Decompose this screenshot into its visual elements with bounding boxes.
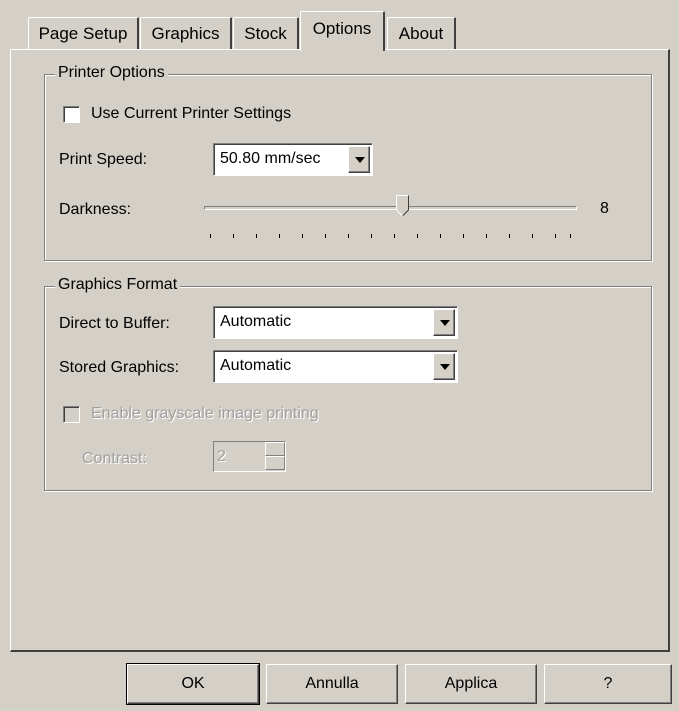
graphics-format-group: Graphics Format Direct to Buffer: Automa…: [44, 276, 652, 491]
printer-options-group: Printer Options Use Current Printer Sett…: [44, 64, 652, 261]
use-current-printer-settings-label: Use Current Printer Settings: [91, 105, 292, 122]
darkness-label: Darkness:: [59, 201, 132, 218]
ok-button-label: OK: [181, 675, 205, 692]
tab-graphics-label: Graphics: [151, 24, 220, 43]
direct-to-buffer-label: Direct to Buffer:: [59, 315, 170, 332]
slider-tick: [570, 234, 571, 238]
ok-button[interactable]: OK: [126, 663, 260, 705]
tab-stock-label: Stock: [244, 24, 287, 43]
print-speed-dropdown-arrow-icon[interactable]: [348, 146, 370, 173]
printer-options-legend: Printer Options: [55, 64, 168, 82]
enable-grayscale-checkbox[interactable]: [63, 406, 80, 423]
contrast-input[interactable]: 2: [213, 441, 286, 472]
stored-graphics-dropdown-arrow-icon[interactable]: [433, 353, 455, 380]
slider-tick: [279, 234, 280, 238]
tab-about-label: About: [398, 24, 444, 43]
use-current-printer-settings-checkbox[interactable]: [63, 106, 80, 123]
print-speed-label: Print Speed:: [59, 151, 148, 168]
slider-tick: [256, 234, 257, 238]
direct-to-buffer-dropdown-arrow-icon[interactable]: [433, 309, 455, 336]
contrast-value: 2: [217, 448, 226, 465]
slider-tick: [394, 234, 395, 238]
darkness-slider-thumb[interactable]: [396, 195, 409, 217]
enable-grayscale-label: Enable grayscale image printing: [91, 405, 319, 422]
cancel-button[interactable]: Annulla: [266, 664, 398, 704]
slider-tick: [233, 234, 234, 238]
help-button-label: ?: [603, 675, 613, 692]
tab-stock[interactable]: Stock: [233, 17, 299, 50]
slider-tick: [486, 234, 487, 238]
slider-tick: [509, 234, 510, 238]
stored-graphics-value: Automatic: [220, 357, 292, 374]
options-panel: Printer Options Use Current Printer Sett…: [10, 49, 670, 652]
contrast-spin-down-icon[interactable]: [265, 456, 285, 470]
slider-tick: [371, 234, 372, 238]
slider-tick: [325, 234, 326, 238]
darkness-value: 8: [600, 200, 609, 217]
apply-button[interactable]: Applica: [405, 664, 537, 704]
slider-tick: [440, 234, 441, 238]
tab-about[interactable]: About: [387, 17, 456, 50]
help-button[interactable]: ?: [544, 664, 672, 704]
slider-tick: [210, 234, 211, 238]
slider-tick: [463, 234, 464, 238]
slider-tick: [348, 234, 349, 238]
tab-options[interactable]: Options: [300, 11, 385, 51]
print-speed-value: 50.80 mm/sec: [220, 150, 321, 167]
stored-graphics-select[interactable]: Automatic: [213, 350, 458, 383]
tab-graphics[interactable]: Graphics: [140, 17, 232, 50]
slider-tick: [302, 234, 303, 238]
contrast-spin-up-icon[interactable]: [265, 442, 285, 456]
slider-tick: [532, 234, 533, 238]
darkness-slider-track[interactable]: [204, 206, 577, 210]
graphics-format-legend: Graphics Format: [55, 276, 181, 294]
contrast-label: Contrast:: [82, 450, 147, 467]
apply-button-label: Applica: [444, 675, 498, 692]
direct-to-buffer-value: Automatic: [220, 313, 292, 330]
slider-tick: [555, 234, 556, 238]
tab-page-setup[interactable]: Page Setup: [28, 17, 139, 50]
slider-tick: [417, 234, 418, 238]
stored-graphics-label: Stored Graphics:: [59, 359, 180, 376]
tab-page-setup-label: Page Setup: [38, 24, 128, 43]
direct-to-buffer-select[interactable]: Automatic: [213, 306, 458, 339]
print-speed-select[interactable]: 50.80 mm/sec: [213, 143, 373, 176]
tab-options-label: Options: [312, 19, 372, 38]
cancel-button-label: Annulla: [305, 675, 359, 692]
